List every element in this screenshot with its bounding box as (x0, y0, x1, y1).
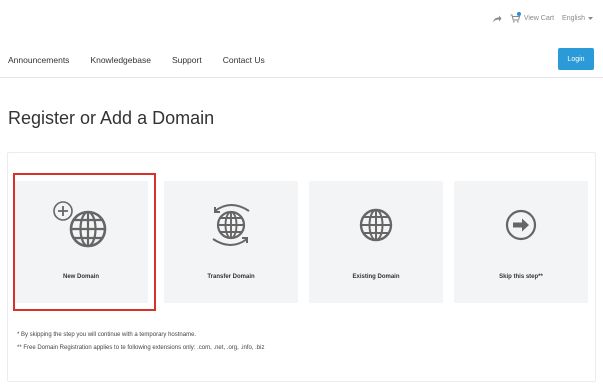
language-selector[interactable]: English (562, 15, 593, 22)
transfer-domain-label: Transfer Domain (207, 274, 255, 280)
chevron-down-icon (588, 16, 593, 21)
globe-icon (359, 208, 393, 242)
existing-domain-icon-wrap (309, 197, 443, 253)
page-title: Register or Add a Domain (8, 108, 215, 128)
top-utility-right: View Cart English (492, 12, 593, 23)
top-utility-bar: View Cart English (0, 0, 603, 40)
footnote-temporary-hostname: * By skipping the step you will continue… (17, 332, 197, 338)
nav-link-announcements[interactable]: Announcements (8, 55, 69, 65)
new-domain-label: New Domain (62, 274, 99, 280)
skip-step-icon-wrap (454, 197, 588, 253)
nav-link-contact-us[interactable]: Contact Us (223, 55, 265, 65)
skip-step-label: Skip this step** (499, 274, 543, 280)
globe-plus-icon (53, 201, 107, 248)
arrow-right-circle-icon (505, 209, 537, 241)
footnote-free-registration: ** Free Domain Registration applies to t… (17, 345, 265, 351)
new-domain-icon-wrap (14, 197, 148, 253)
language-label: English (562, 15, 585, 22)
nav-link-knowledgebase[interactable]: Knowledgebase (90, 55, 151, 65)
domain-options-panel: New Domain Transfer Domain Existing Doma (7, 152, 596, 382)
option-card-existing-domain[interactable]: Existing Domain (309, 181, 443, 303)
option-card-transfer-domain[interactable]: Transfer Domain (164, 181, 298, 303)
option-card-skip-step[interactable]: Skip this step** (454, 181, 588, 303)
view-cart-link[interactable]: View Cart (510, 12, 555, 23)
main-navigation: Announcements Knowledgebase Support Cont… (0, 42, 603, 78)
share-arrow-icon[interactable] (492, 15, 502, 23)
nav-link-support[interactable]: Support (172, 55, 202, 65)
cart-notification-dot (516, 12, 521, 16)
view-cart-label: View Cart (523, 15, 555, 22)
transfer-domain-icon-wrap (164, 197, 298, 253)
nav-links: Announcements Knowledgebase Support Cont… (8, 55, 265, 65)
cart-icon (510, 12, 521, 23)
existing-domain-label: Existing Domain (352, 274, 400, 280)
option-card-new-domain[interactable]: New Domain (14, 181, 148, 303)
login-button[interactable]: Login (558, 48, 594, 70)
footnotes: * By skipping the step you will continue… (17, 329, 264, 355)
globe-transfer-icon (212, 204, 250, 246)
